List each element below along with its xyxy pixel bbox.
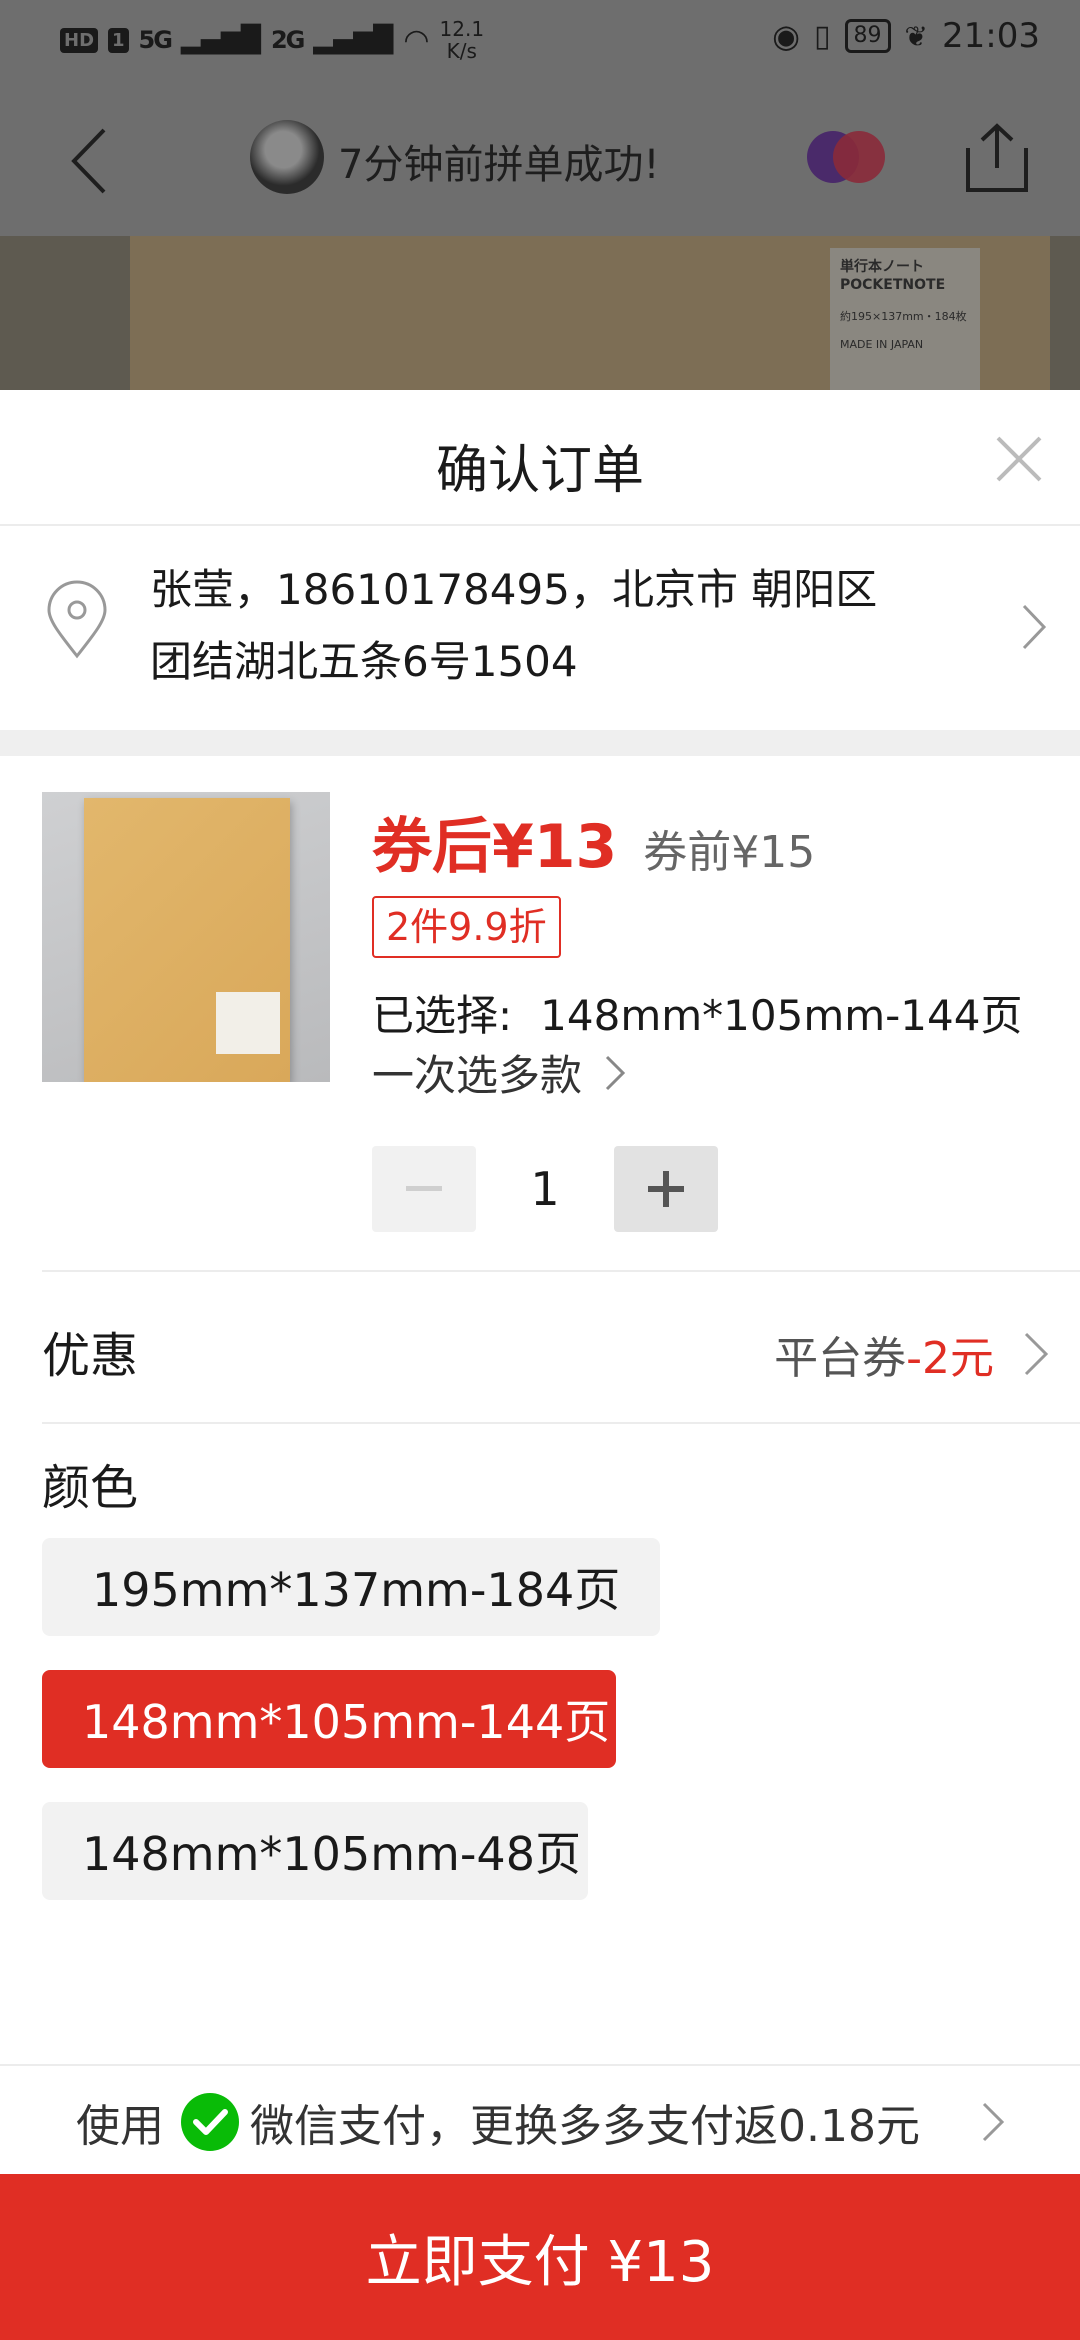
sheet-header: 确认订单	[0, 390, 1080, 526]
battery-indicator: 89	[844, 19, 891, 53]
pay-now-button[interactable]: 立即支付 ¥13	[0, 2174, 1080, 2340]
wifi-icon: ◠	[403, 22, 430, 58]
section-divider	[0, 730, 1080, 756]
selected-variant: 已选择: 148mm*105mm-144页	[372, 982, 1022, 1043]
use-prefix: 使用	[76, 2101, 164, 2152]
status-time: 21:03	[942, 16, 1040, 56]
leaf-icon: ❦	[904, 19, 929, 53]
wechat-icon	[181, 2093, 239, 2151]
notebook-label: 単行本ノート POCKETNOTE 約195×137mm・184枚 MADE I…	[830, 248, 980, 390]
net-speed-unit: K/s	[446, 39, 477, 63]
buyer-avatar	[250, 120, 324, 194]
group-success-title: 7分钟前拼单成功!	[338, 142, 660, 188]
address-line-1: 张莹，18610178495，北京市 朝阳区	[150, 565, 878, 614]
nav-bar: 7分钟前拼单成功!	[0, 100, 1080, 220]
color-section-label: 颜色	[42, 1460, 139, 1516]
signal-5g: 5G	[138, 26, 173, 54]
hd-badge: HD	[60, 27, 99, 53]
price-before-coupon: 券前¥15	[643, 827, 816, 878]
sheet-title: 确认订单	[435, 441, 644, 501]
location-icon	[47, 580, 107, 659]
selected-value: 148mm*105mm-144页	[540, 991, 1023, 1040]
price-row: 券后¥13 券前¥15	[372, 798, 815, 885]
status-right: ◉ ▯ 89 ❦ 21:03	[772, 16, 1040, 56]
label-line-4: MADE IN JAPAN	[840, 338, 924, 351]
product-card: 券后¥13 券前¥15 2件9.9折 已选择: 148mm*105mm-144页…	[0, 756, 1080, 1242]
increase-button[interactable]	[614, 1146, 718, 1232]
share-icon[interactable]	[962, 122, 1032, 194]
net-speed: 12.1 K/s	[440, 18, 485, 62]
chevron-right-icon	[1022, 604, 1047, 650]
net-speed-value: 12.1	[439, 17, 485, 41]
color-option-label: 148mm*105mm-48页	[82, 1827, 581, 1881]
color-option-148x105-48[interactable]: 148mm*105mm-48页	[42, 1802, 588, 1900]
label-line-3: 約195×137mm・184枚	[840, 310, 967, 323]
sim-badge: 1	[108, 27, 129, 53]
address-text: 张莹，18610178495，北京市 朝阳区 团结湖北五条6号1504	[150, 554, 950, 698]
multi-select-link[interactable]: 一次选多款	[372, 1042, 626, 1103]
payment-method-label: 微信支付，更换多多支付返0.18元	[250, 2101, 920, 2152]
selected-label: 已选择:	[372, 991, 513, 1040]
quantity-value[interactable]: 1	[476, 1146, 614, 1232]
minus-icon	[406, 1186, 442, 1191]
color-option-label: 195mm*137mm-184页	[92, 1563, 621, 1617]
price-after-coupon: 券后¥13	[372, 812, 618, 882]
back-icon[interactable]	[60, 126, 130, 196]
chevron-right-icon	[605, 1055, 626, 1090]
chevron-right-icon	[982, 2102, 1005, 2142]
close-icon[interactable]	[994, 434, 1044, 484]
signal-2g: 2G	[270, 26, 305, 54]
background-page: HD 1 5G ▂▄▆█ 2G ▂▄▆█ ◠ 12.1 K/s ◉ ▯ 89 ❦…	[0, 0, 1080, 390]
notebook-cover: 単行本ノート POCKETNOTE 約195×137mm・184枚 MADE I…	[130, 236, 1050, 390]
payment-method-bar[interactable]: 使用 微信支付，更换多多支付返0.18元	[0, 2064, 1080, 2174]
address-line-2: 团结湖北五条6号1504	[150, 637, 578, 686]
signal-bars-icon: ▂▄▆█	[180, 25, 261, 55]
chevron-right-icon	[1024, 1332, 1049, 1376]
coupon-prefix: 平台券	[774, 1333, 907, 1384]
status-bar: HD 1 5G ▂▄▆█ 2G ▂▄▆█ ◠ 12.1 K/s ◉ ▯ 89 ❦…	[0, 0, 1080, 80]
plus-icon	[648, 1171, 684, 1207]
eye-icon: ◉	[772, 17, 801, 55]
coupon-info: 平台券-2元	[774, 1322, 994, 1386]
thumbnail-label	[216, 992, 280, 1054]
discount-label: 优惠	[42, 1328, 139, 1384]
background-product-image: 単行本ノート POCKETNOTE 約195×137mm・184枚 MADE I…	[0, 236, 1080, 390]
brand-badge-icon[interactable]	[805, 128, 889, 186]
order-sheet: 确认订单 张莹，18610178495，北京市 朝阳区 团结湖北五条6号1504…	[0, 390, 1080, 2340]
label-line-2: POCKETNOTE	[840, 277, 946, 293]
color-option-148x105-144-selected[interactable]: 148mm*105mm-144页	[42, 1670, 616, 1768]
color-option-195x137-184[interactable]: 195mm*137mm-184页	[42, 1538, 660, 1636]
status-left: HD 1 5G ▂▄▆█ 2G ▂▄▆█ ◠ 12.1 K/s	[60, 18, 484, 62]
promo-tag: 2件9.9折	[372, 896, 561, 958]
vibrate-icon: ▯	[814, 18, 831, 54]
address-row[interactable]: 张莹，18610178495，北京市 朝阳区 团结湖北五条6号1504	[0, 526, 1080, 730]
quantity-stepper: 1	[372, 1146, 718, 1232]
color-option-label: 148mm*105mm-144页	[82, 1695, 611, 1749]
payment-method-text: 使用 微信支付，更换多多支付返0.18元	[76, 2090, 920, 2154]
product-thumbnail	[42, 792, 330, 1082]
multi-select-label: 一次选多款	[372, 1051, 583, 1100]
signal-bars-icon-2: ▂▄▆█	[313, 25, 394, 55]
discount-row[interactable]: 优惠 平台券-2元	[0, 1272, 1080, 1422]
coupon-amount: -2元	[906, 1333, 994, 1384]
divider	[42, 1422, 1080, 1424]
decrease-button[interactable]	[372, 1146, 476, 1232]
label-line-1: 単行本ノート	[840, 259, 924, 275]
